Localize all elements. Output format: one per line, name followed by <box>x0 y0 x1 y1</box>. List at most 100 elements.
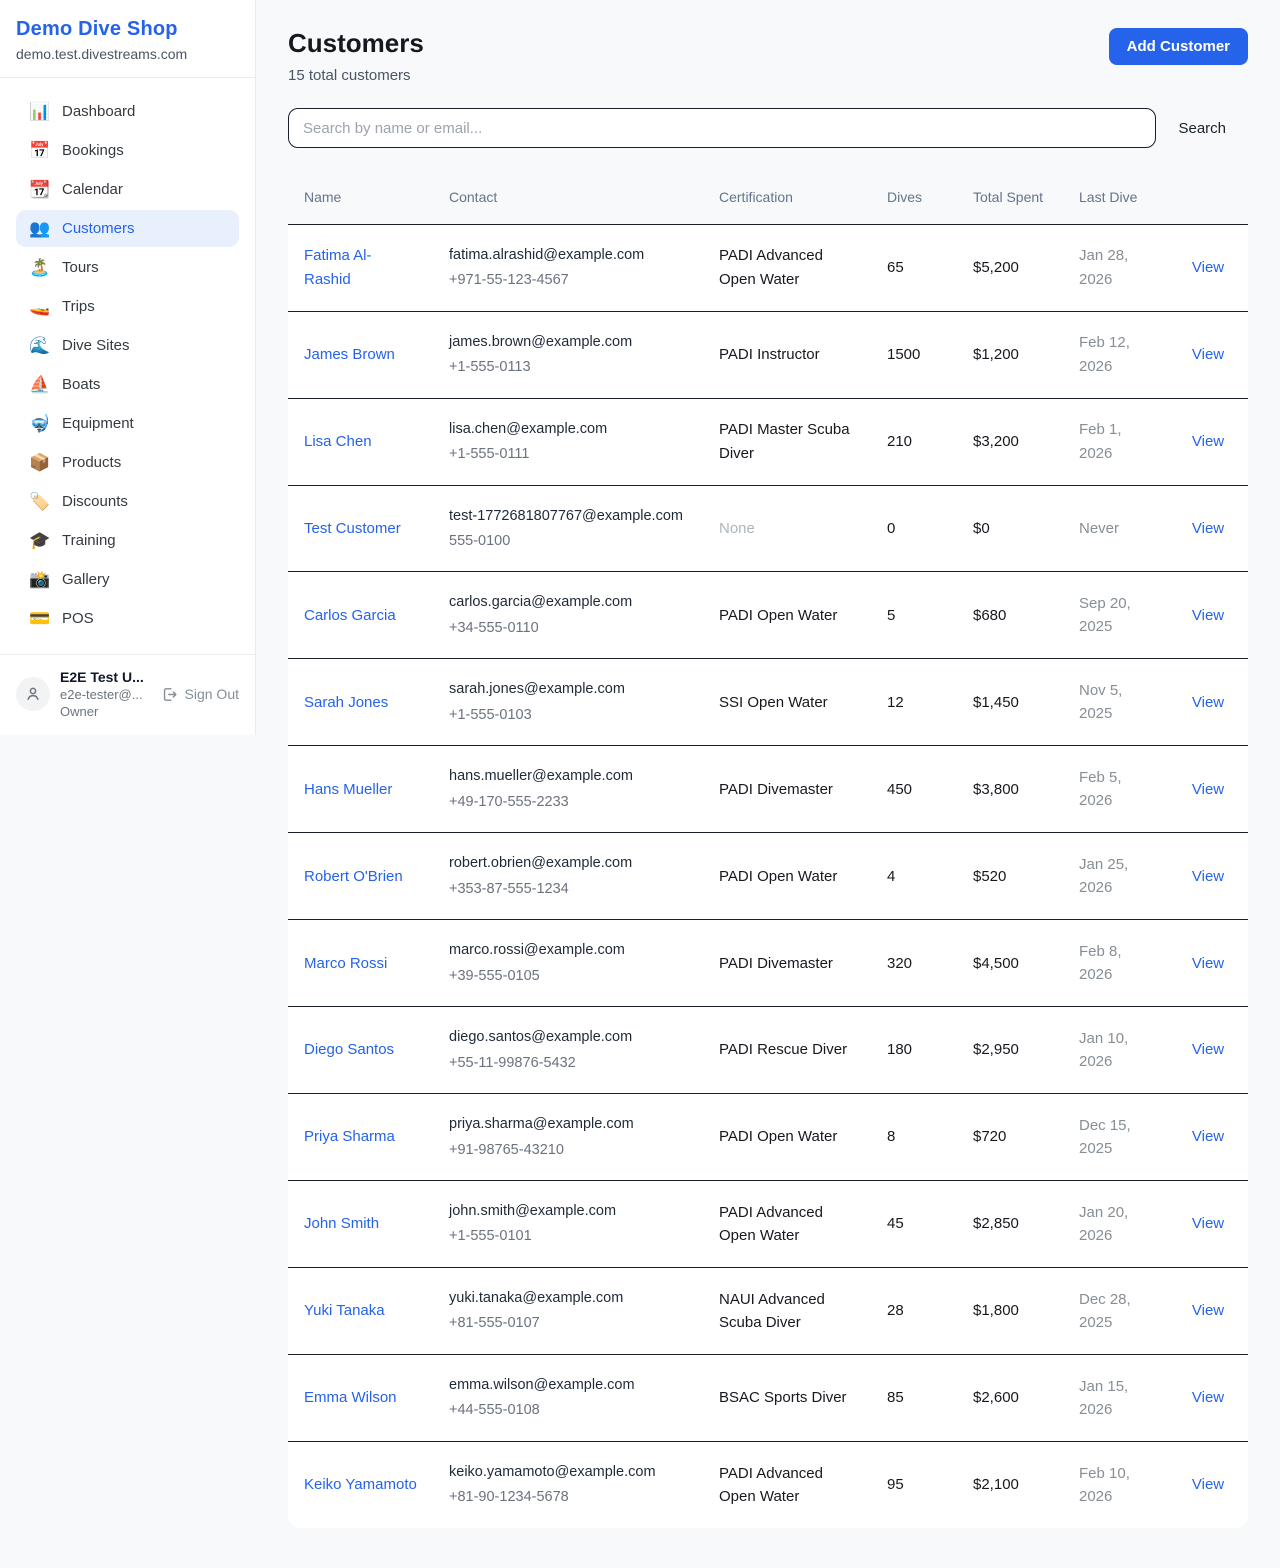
customer-phone: +81-555-0107 <box>449 1312 687 1334</box>
sidebar-item-trips[interactable]: 🚤 Trips <box>16 288 239 325</box>
table-row: Test Customer test-1772681807767@example… <box>288 485 1248 572</box>
customer-total-spent: $1,200 <box>957 311 1063 398</box>
calendar-icon: 📅 <box>29 142 49 159</box>
customer-phone: +39-555-0105 <box>449 965 687 987</box>
customer-phone: +34-555-0110 <box>449 617 687 639</box>
customer-email: priya.sharma@example.com <box>449 1113 687 1135</box>
customer-email: sarah.jones@example.com <box>449 678 687 700</box>
table-row: Fatima Al-Rashid fatima.alrashid@example… <box>288 224 1248 311</box>
customer-total-spent: $2,850 <box>957 1181 1063 1268</box>
sidebar-item-training[interactable]: 🎓 Training <box>16 522 239 559</box>
sidebar-item-label: Trips <box>62 298 95 315</box>
customer-last-dive: Dec 28, 2025 <box>1063 1267 1168 1354</box>
sidebar-item-discounts[interactable]: 🏷️ Discounts <box>16 483 239 520</box>
view-customer-link[interactable]: View <box>1192 1302 1224 1319</box>
customer-certification: PADI Advanced Open Water <box>703 1181 871 1268</box>
customer-name-link[interactable]: Test Customer <box>304 517 401 540</box>
customer-name-link[interactable]: Diego Santos <box>304 1038 394 1061</box>
view-customer-link[interactable]: View <box>1192 1128 1224 1145</box>
sign-out-button[interactable]: Sign Out <box>161 686 239 703</box>
view-customer-link[interactable]: View <box>1192 607 1224 624</box>
view-customer-link[interactable]: View <box>1192 1389 1224 1406</box>
sidebar-item-label: Dashboard <box>62 103 135 120</box>
column-header-actions <box>1168 172 1248 224</box>
customer-email: john.smith@example.com <box>449 1200 687 1222</box>
sidebar-item-calendar[interactable]: 📆 Calendar <box>16 171 239 208</box>
sidebar-item-gallery[interactable]: 📸 Gallery <box>16 561 239 598</box>
add-customer-button[interactable]: Add Customer <box>1109 28 1248 65</box>
search-input[interactable] <box>288 108 1156 148</box>
customer-total-spent: $520 <box>957 833 1063 920</box>
tag-icon: 🏷️ <box>29 493 49 510</box>
customer-email: james.brown@example.com <box>449 331 687 353</box>
sidebar-item-pos[interactable]: 💳 POS <box>16 600 239 637</box>
column-header-dives: Dives <box>871 172 957 224</box>
customer-dives: 45 <box>871 1181 957 1268</box>
brand-domain: demo.test.divestreams.com <box>16 46 239 62</box>
customer-email: yuki.tanaka@example.com <box>449 1287 687 1309</box>
graduation-cap-icon: 🎓 <box>29 532 49 549</box>
sidebar-item-equipment[interactable]: 🤿 Equipment <box>16 405 239 442</box>
customer-email: lisa.chen@example.com <box>449 418 687 440</box>
customers-table: Name Contact Certification Dives Total S… <box>288 172 1248 1528</box>
customer-name-link[interactable]: Marco Rossi <box>304 952 387 975</box>
sidebar-item-boats[interactable]: ⛵ Boats <box>16 366 239 403</box>
table-row: Carlos Garcia carlos.garcia@example.com … <box>288 572 1248 659</box>
island-icon: 🏝️ <box>29 259 49 276</box>
view-customer-link[interactable]: View <box>1192 694 1224 711</box>
customer-last-dive: Never <box>1063 485 1168 572</box>
customer-certification: None <box>703 485 871 572</box>
table-header-row: Name Contact Certification Dives Total S… <box>288 172 1248 224</box>
user-role: Owner <box>60 704 151 719</box>
sidebar-item-label: Boats <box>62 376 100 393</box>
view-customer-link[interactable]: View <box>1192 868 1224 885</box>
customer-email: robert.obrien@example.com <box>449 852 687 874</box>
user-info: E2E Test U... e2e-tester@... Owner <box>60 669 151 719</box>
customer-certification: PADI Advanced Open Water <box>703 224 871 311</box>
customer-name-link[interactable]: Sarah Jones <box>304 691 388 714</box>
customer-name-link[interactable]: Fatima Al-Rashid <box>304 244 417 291</box>
view-customer-link[interactable]: View <box>1192 1041 1224 1058</box>
sidebar-item-dashboard[interactable]: 📊 Dashboard <box>16 93 239 130</box>
view-customer-link[interactable]: View <box>1192 433 1224 450</box>
customer-certification: PADI Divemaster <box>703 746 871 833</box>
view-customer-link[interactable]: View <box>1192 1215 1224 1232</box>
customer-name-link[interactable]: Priya Sharma <box>304 1125 395 1148</box>
table-row: Emma Wilson emma.wilson@example.com +44-… <box>288 1354 1248 1441</box>
sidebar-item-products[interactable]: 📦 Products <box>16 444 239 481</box>
sidebar-nav: 📊 Dashboard 📅 Bookings 📆 Calendar 👥 Cust… <box>0 78 255 654</box>
customer-name-link[interactable]: Robert O'Brien <box>304 865 403 888</box>
customer-dives: 210 <box>871 398 957 485</box>
speedboat-icon: 🚤 <box>29 298 49 315</box>
view-customer-link[interactable]: View <box>1192 346 1224 363</box>
view-customer-link[interactable]: View <box>1192 520 1224 537</box>
customer-email: diego.santos@example.com <box>449 1026 687 1048</box>
customer-phone: +49-170-555-2233 <box>449 791 687 813</box>
view-customer-link[interactable]: View <box>1192 781 1224 798</box>
view-customer-link[interactable]: View <box>1192 259 1224 276</box>
search-button[interactable]: Search <box>1156 120 1248 137</box>
customer-name-link[interactable]: Lisa Chen <box>304 430 372 453</box>
customer-last-dive: Jan 20, 2026 <box>1063 1181 1168 1268</box>
sign-out-label: Sign Out <box>185 686 239 702</box>
customer-dives: 450 <box>871 746 957 833</box>
customer-name-link[interactable]: Emma Wilson <box>304 1386 397 1409</box>
view-customer-link[interactable]: View <box>1192 955 1224 972</box>
customer-dives: 4 <box>871 833 957 920</box>
customer-name-link[interactable]: Carlos Garcia <box>304 604 396 627</box>
sidebar-item-customers[interactable]: 👥 Customers <box>16 210 239 247</box>
customer-dives: 85 <box>871 1354 957 1441</box>
sidebar-item-bookings[interactable]: 📅 Bookings <box>16 132 239 169</box>
customer-last-dive: Jan 25, 2026 <box>1063 833 1168 920</box>
customer-name-link[interactable]: Hans Mueller <box>304 778 392 801</box>
customer-certification: PADI Open Water <box>703 572 871 659</box>
customer-phone: +971-55-123-4567 <box>449 269 687 291</box>
page-title: Customers <box>288 28 424 59</box>
column-header-name: Name <box>288 172 433 224</box>
customer-name-link[interactable]: John Smith <box>304 1212 379 1235</box>
customer-name-link[interactable]: Yuki Tanaka <box>304 1299 385 1322</box>
sidebar-item-dive-sites[interactable]: 🌊 Dive Sites <box>16 327 239 364</box>
customer-email: emma.wilson@example.com <box>449 1374 687 1396</box>
customer-name-link[interactable]: James Brown <box>304 343 395 366</box>
sidebar-item-tours[interactable]: 🏝️ Tours <box>16 249 239 286</box>
